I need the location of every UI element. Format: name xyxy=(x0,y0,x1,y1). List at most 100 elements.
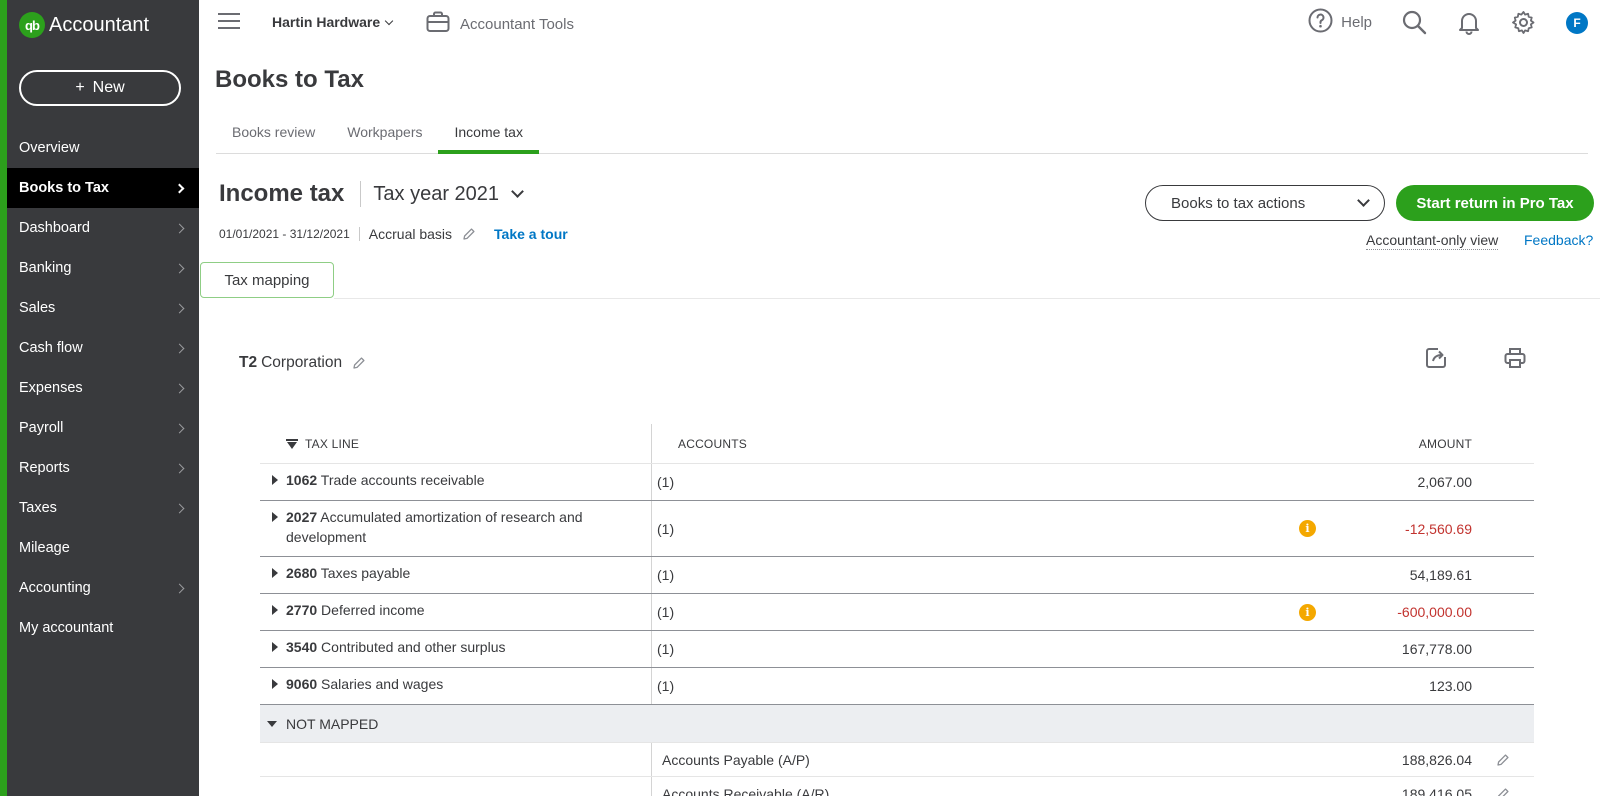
chevron-right-icon xyxy=(174,263,185,273)
tab-books-review[interactable]: Books review xyxy=(216,118,331,154)
app-logo[interactable]: qb Accountant xyxy=(19,12,149,38)
expand-caret-icon[interactable] xyxy=(272,605,278,615)
sidebar-item-label: Reports xyxy=(19,460,70,476)
date-range: 01/01/2021 - 31/12/2021 xyxy=(219,227,350,241)
new-button[interactable]: + New xyxy=(19,70,181,106)
accounts-count-link[interactable]: (1) xyxy=(657,567,674,583)
amount-cell: 2,067.00 xyxy=(1417,474,1473,490)
tax-line-cell: 9060 Salaries and wages xyxy=(260,668,652,704)
sidebar-item-mileage[interactable]: Mileage xyxy=(7,528,199,568)
amount-cell: 123.00 xyxy=(1429,678,1472,694)
tax-lines-table: TAX LINE ACCOUNTS AMOUNT 1062 Trade acco… xyxy=(260,424,1534,796)
unmapped-account-row[interactable]: Accounts Receivable (A/R) 189,416.05 xyxy=(260,777,1534,796)
tax-line-name: Accumulated amortization of research and… xyxy=(286,509,583,545)
bell-icon[interactable] xyxy=(1457,10,1481,35)
chevron-right-icon xyxy=(174,583,185,593)
expand-caret-icon[interactable] xyxy=(272,512,278,522)
expand-caret-icon[interactable] xyxy=(272,568,278,578)
help-button[interactable]: Help xyxy=(1308,8,1372,37)
start-return-button[interactable]: Start return in Pro Tax xyxy=(1396,185,1594,221)
sidebar-item-expenses[interactable]: Expenses xyxy=(7,368,199,408)
accounts-cell: (1) xyxy=(652,668,1332,704)
sidebar-item-label: Expenses xyxy=(19,380,83,396)
take-a-tour-link[interactable]: Take a tour xyxy=(494,226,568,242)
table-row[interactable]: 2770 Deferred income (1) i -600,000.00 xyxy=(260,594,1534,631)
sidebar-item-payroll[interactable]: Payroll xyxy=(7,408,199,448)
accountant-tools-button[interactable]: Accountant Tools xyxy=(426,11,574,37)
user-avatar[interactable]: F xyxy=(1566,11,1588,34)
chevron-down-icon[interactable] xyxy=(511,184,524,198)
accounts-count-link[interactable]: (1) xyxy=(657,641,674,657)
sort-icon[interactable] xyxy=(286,438,298,449)
table-row[interactable]: 2680 Taxes payable (1) 54,189.61 xyxy=(260,557,1534,594)
accounts-cell: (1) xyxy=(652,464,1332,500)
sidebar-item-accounting[interactable]: Accounting xyxy=(7,568,199,608)
hamburger-menu-icon[interactable] xyxy=(218,13,240,29)
chevron-right-icon xyxy=(174,503,185,513)
sidebar-item-reports[interactable]: Reports xyxy=(7,448,199,488)
table-header: TAX LINE ACCOUNTS AMOUNT xyxy=(260,424,1534,464)
accounts-count-link[interactable]: (1) xyxy=(657,521,674,537)
amount-cell: 167,778.00 xyxy=(1401,641,1472,657)
quickbooks-logo-icon: qb xyxy=(19,12,45,38)
edit-pencil-icon[interactable] xyxy=(1472,743,1534,776)
table-row[interactable]: 1062 Trade accounts receivable (1) 2,067.0… xyxy=(260,464,1534,501)
sidebar-item-overview[interactable]: Overview xyxy=(7,128,199,168)
accounts-count-link[interactable]: (1) xyxy=(657,678,674,694)
briefcase-icon xyxy=(426,11,450,37)
account-name: Accounts Receivable (A/R) xyxy=(662,785,830,796)
accountant-only-view-link[interactable]: Accountant-only view xyxy=(1366,232,1499,250)
not-mapped-label: NOT MAPPED xyxy=(286,715,379,732)
sidebar-item-label: Banking xyxy=(19,260,72,276)
table-row[interactable]: 9060 Salaries and wages (1) 123.00 xyxy=(260,668,1534,705)
tax-year-selector[interactable]: Tax year 2021 xyxy=(373,183,499,206)
search-icon[interactable] xyxy=(1402,10,1427,35)
tax-line-header[interactable]: TAX LINE xyxy=(260,424,652,463)
edit-pencil-icon[interactable] xyxy=(352,356,366,370)
accounts-count-link[interactable]: (1) xyxy=(657,604,674,620)
tax-line-name: Trade accounts receivable xyxy=(320,472,485,488)
tab-income-tax[interactable]: Income tax xyxy=(438,118,539,154)
tab-workpapers[interactable]: Workpapers xyxy=(331,118,438,154)
table-row[interactable]: 3540 Contributed and other surplus (1) 167… xyxy=(260,631,1534,668)
sidebar-item-taxes[interactable]: Taxes xyxy=(7,488,199,528)
sidebar-item-banking[interactable]: Banking xyxy=(7,248,199,288)
sidebar-item-books-to-tax[interactable]: Books to Tax xyxy=(7,168,199,208)
tax-mapping-button[interactable]: Tax mapping xyxy=(200,262,334,298)
warning-info-icon[interactable]: i xyxy=(1299,520,1316,537)
chevron-right-icon xyxy=(174,303,185,313)
expand-caret-icon[interactable] xyxy=(272,475,278,485)
amount-cell: 54,189.61 xyxy=(1409,567,1472,583)
sidebar-item-dashboard[interactable]: Dashboard xyxy=(7,208,199,248)
actions-dropdown-label: Books to tax actions xyxy=(1171,194,1306,212)
sidebar-item-cash-flow[interactable]: Cash flow xyxy=(7,328,199,368)
table-row[interactable]: 2027 Accumulated amortization of researc… xyxy=(260,501,1534,557)
tax-line-cell: 3540 Contributed and other surplus xyxy=(260,631,652,667)
accounts-cell: (1) xyxy=(652,631,1332,667)
tax-line-cell: 2027 Accumulated amortization of researc… xyxy=(260,501,652,556)
tax-line-text: 2770 Deferred income xyxy=(286,600,425,620)
form-name: Corporation xyxy=(261,354,343,371)
expand-caret-icon[interactable] xyxy=(272,679,278,689)
sidebar-item-label: Accounting xyxy=(19,580,91,596)
print-icon[interactable] xyxy=(1503,346,1527,375)
edit-pencil-icon[interactable] xyxy=(462,227,476,241)
feedback-link[interactable]: Feedback? xyxy=(1524,232,1593,248)
edit-pencil-icon[interactable] xyxy=(1472,777,1534,796)
chevron-right-icon xyxy=(174,463,185,473)
not-mapped-section-toggle[interactable]: NOT MAPPED xyxy=(260,705,1534,743)
accounts-cell: (1) xyxy=(652,557,1332,593)
expand-caret-icon[interactable] xyxy=(272,642,278,652)
books-to-tax-actions-dropdown[interactable]: Books to tax actions xyxy=(1145,185,1385,221)
gear-icon[interactable] xyxy=(1511,10,1536,35)
warning-info-icon[interactable]: i xyxy=(1299,603,1316,621)
sidebar-item-sales[interactable]: Sales xyxy=(7,288,199,328)
form-code: T2 xyxy=(239,354,258,371)
unmapped-account-row[interactable]: Accounts Payable (A/P) 188,826.04 xyxy=(260,743,1534,777)
accounts-count-link[interactable]: (1) xyxy=(657,474,674,490)
company-switcher[interactable]: Hartin Hardware xyxy=(272,14,394,30)
sidebar-item-my-accountant[interactable]: My accountant xyxy=(7,608,199,648)
amount-header: AMOUNT xyxy=(1418,436,1472,451)
export-icon[interactable] xyxy=(1424,346,1448,375)
tax-line-header-label: TAX LINE xyxy=(305,436,360,451)
